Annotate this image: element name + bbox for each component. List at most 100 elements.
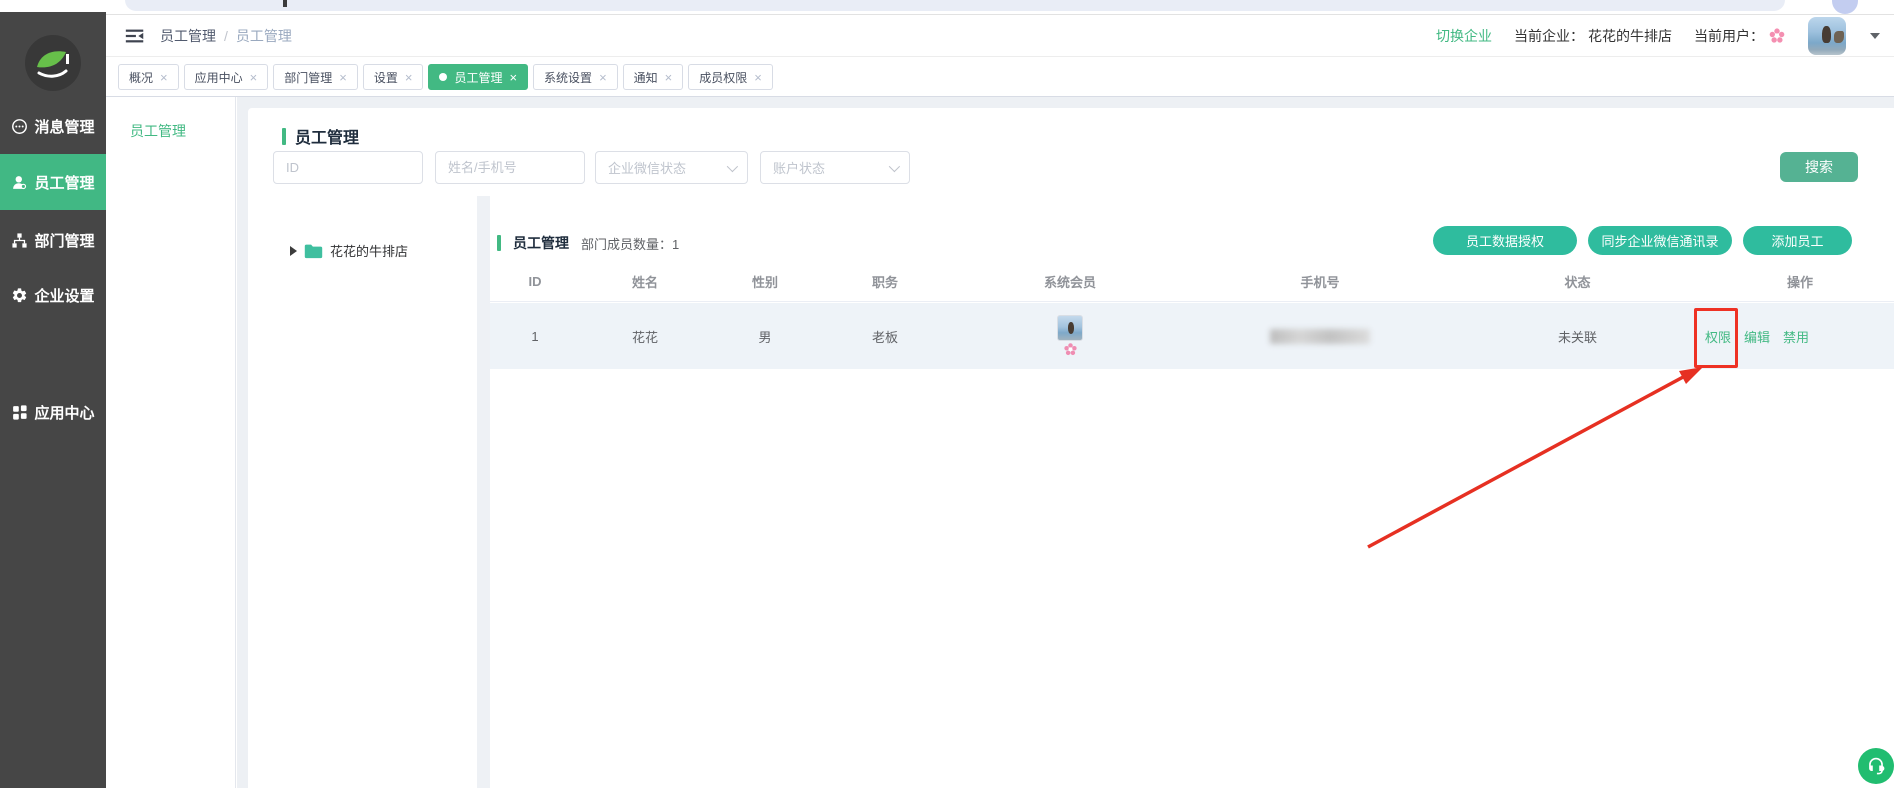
header-right: 切换企业 当前企业：花花的牛排店 当前用户：: [1436, 17, 1894, 55]
employee-icon: [11, 174, 28, 191]
tab-close-icon[interactable]: ×: [160, 71, 168, 84]
section-title: 员工管理: [513, 233, 569, 253]
tab-employees-active[interactable]: 员工管理 ×: [428, 64, 528, 90]
sidebar-item-label: 部门管理: [34, 230, 94, 251]
cell-name: 花花: [580, 303, 710, 369]
col-header-gender: 性别: [710, 262, 820, 301]
tab-close-icon[interactable]: ×: [665, 71, 673, 84]
browser-strip: [0, 0, 1894, 15]
member-avatar: [1057, 315, 1083, 341]
tree-expand-caret-icon[interactable]: [290, 246, 297, 256]
section-accent-bar: [497, 235, 501, 251]
search-button[interactable]: 搜索: [1780, 152, 1858, 182]
user-avatar[interactable]: [1808, 17, 1846, 55]
disable-action-link[interactable]: 禁用: [1783, 327, 1809, 346]
tab-label: 成员权限: [699, 69, 747, 86]
tab-close-icon[interactable]: ×: [754, 71, 762, 84]
tab-app-center[interactable]: 应用中心×: [184, 64, 269, 90]
department-icon: [11, 232, 28, 249]
title-accent-bar: [282, 128, 286, 145]
sidebar-item-label: 消息管理: [34, 116, 94, 137]
main-content-background: 员工管理 企业微信状态 账户状态 搜索 花花的牛排店: [237, 97, 1894, 788]
tab-close-icon[interactable]: ×: [339, 71, 347, 84]
add-employee-button[interactable]: 添加员工: [1743, 226, 1852, 255]
cell-actions: 权限 编辑 禁用: [1705, 303, 1894, 369]
filter-name-phone-input[interactable]: [435, 151, 585, 184]
page-header: 员工管理 / 员工管理 切换企业 当前企业：花花的牛排店 当前用户：: [106, 15, 1894, 57]
gear-icon: [11, 287, 28, 304]
cell-status: 未关联: [1450, 303, 1705, 369]
tab-label: 员工管理: [454, 69, 502, 86]
sidebar-item-departments[interactable]: 部门管理: [0, 212, 106, 268]
sidebar-item-company-settings[interactable]: 企业设置: [0, 267, 106, 323]
tree-node-label: 花花的牛排店: [330, 241, 408, 260]
employee-panel: 员工管理 企业微信状态 账户状态 搜索 花花的牛排店: [248, 108, 1894, 788]
sync-wecom-contacts-button[interactable]: 同步企业微信通讯录: [1588, 226, 1732, 255]
tab-label: 系统设置: [544, 69, 592, 86]
sidebar-collapse-icon[interactable]: [124, 25, 146, 47]
employee-data-authorize-button[interactable]: 员工数据授权: [1433, 226, 1577, 255]
edit-action-link[interactable]: 编辑: [1744, 327, 1770, 346]
filter-wecom-status-select[interactable]: 企业微信状态: [595, 151, 748, 184]
sidebar-item-employees[interactable]: 员工管理: [0, 154, 106, 210]
tab-system-settings[interactable]: 系统设置 ×: [533, 64, 618, 90]
tab-close-icon[interactable]: ×: [509, 71, 517, 84]
panel-body: 花花的牛排店 员工管理 部门成员数量：1 员工数据授权 同步企业微信通讯录 添加…: [248, 196, 1894, 788]
tab-close-icon[interactable]: ×: [405, 71, 413, 84]
tab-member-permissions[interactable]: 成员权限 ×: [688, 64, 773, 90]
col-header-id: ID: [490, 262, 580, 301]
member-count: 部门成员数量：1: [581, 234, 679, 253]
phone-redacted: [1270, 329, 1370, 344]
cell-gender: 男: [710, 303, 820, 369]
vertical-divider: [477, 196, 490, 788]
select-placeholder: 企业微信状态: [608, 158, 686, 177]
browser-profile-avatar[interactable]: [1832, 0, 1858, 14]
filter-account-status-select[interactable]: 账户状态: [760, 151, 910, 184]
customer-service-button[interactable]: [1858, 748, 1894, 784]
breadcrumb-item[interactable]: 员工管理: [160, 26, 216, 46]
tab-settings[interactable]: 设置 ×: [363, 64, 424, 90]
folder-icon: [304, 243, 323, 259]
col-header-name: 姓名: [580, 262, 710, 301]
message-icon: [11, 118, 28, 135]
tab-notifications[interactable]: 通知 ×: [623, 64, 684, 90]
member-count-label: 部门成员数量：: [581, 237, 672, 252]
switch-company-link[interactable]: 切换企业: [1436, 26, 1492, 46]
headset-icon: [1865, 755, 1887, 777]
browser-address-bar[interactable]: [125, 0, 1785, 11]
table-row: 1 花花 男 老板: [490, 303, 1894, 369]
table-section: 员工管理 部门成员数量：1 员工数据授权 同步企业微信通讯录 添加员工 ID 姓…: [490, 196, 1894, 788]
cell-job: 老板: [820, 303, 950, 369]
sidebar-item-app-center[interactable]: 应用中心: [0, 384, 106, 440]
sidebar-item-messages[interactable]: 消息管理: [0, 98, 106, 154]
tab-departments[interactable]: 部门管理×: [273, 64, 358, 90]
sidebar-item-label: 企业设置: [34, 285, 94, 306]
department-tree-root[interactable]: 花花的牛排店: [290, 241, 408, 260]
breadcrumb-separator: /: [224, 28, 228, 44]
col-header-status: 状态: [1450, 262, 1705, 301]
secondary-menu-item-employees[interactable]: 员工管理: [106, 97, 235, 141]
active-tab-dot: [439, 73, 447, 81]
filter-id-input[interactable]: [273, 151, 423, 184]
member-count-value: 1: [672, 237, 679, 252]
breadcrumb-item-current: 员工管理: [236, 26, 292, 46]
tab-label: 设置: [374, 69, 398, 86]
cell-system-member: [950, 303, 1190, 369]
sidebar-item-label: 员工管理: [34, 172, 94, 193]
permission-action-link[interactable]: 权限: [1705, 327, 1731, 346]
tab-overview[interactable]: 概况 ×: [118, 64, 179, 90]
chevron-down-icon: [889, 160, 900, 171]
chevron-down-icon: [727, 160, 738, 171]
tab-close-icon[interactable]: ×: [250, 71, 258, 84]
tab-label: 概况: [129, 69, 153, 86]
tab-close-icon[interactable]: ×: [599, 71, 607, 84]
user-menu-caret-icon[interactable]: [1870, 33, 1880, 39]
col-header-member: 系统会员: [950, 262, 1190, 301]
app-root: 消息管理 员工管理 部门管理 企业设置: [0, 0, 1894, 788]
select-placeholder: 账户状态: [773, 158, 825, 177]
sidebar: 消息管理 员工管理 部门管理 企业设置: [0, 12, 106, 788]
col-header-job: 职务: [820, 262, 950, 301]
current-user: 当前用户：: [1694, 26, 1786, 46]
tab-label: 通知: [634, 69, 658, 86]
table-header-row: ID 姓名 性别 职务 系统会员 手机号 状态 操作: [490, 262, 1894, 302]
